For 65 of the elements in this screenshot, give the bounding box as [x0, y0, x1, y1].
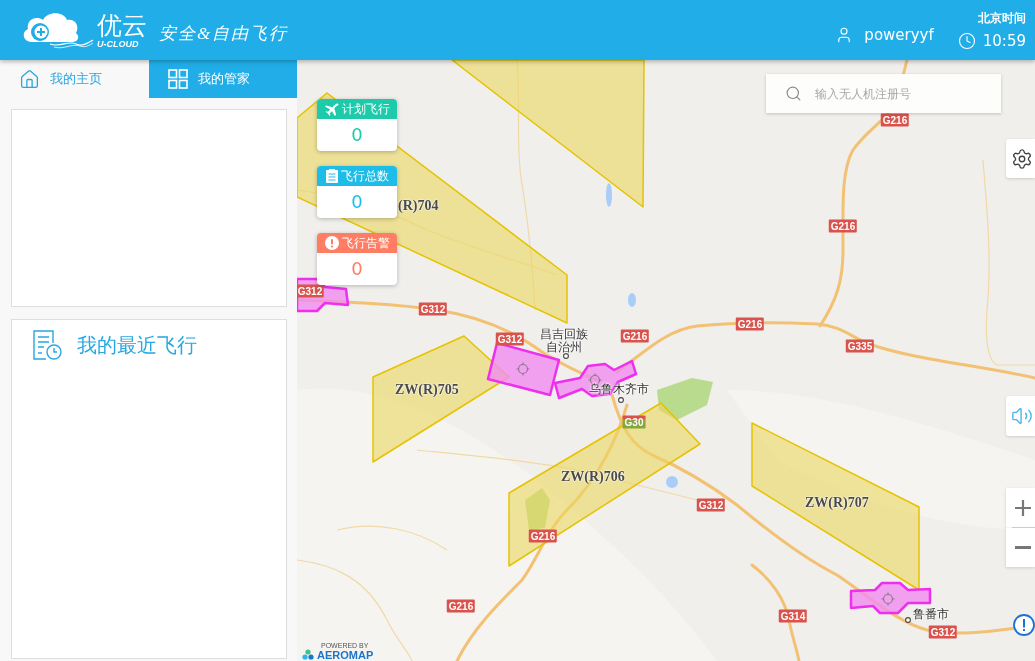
sidebar-tab[interactable]: 我的管家 [148, 60, 297, 98]
settings-button[interactable] [1006, 139, 1035, 178]
settings-icon [1011, 147, 1033, 170]
road-shield: G312 [418, 302, 448, 316]
road-shield: G216 [528, 529, 558, 543]
alert-icon [324, 236, 339, 250]
zone-label: ZW(R)705 [395, 382, 459, 398]
sound-button[interactable] [1006, 396, 1035, 436]
airport-marker-icon [880, 591, 896, 607]
search-field[interactable]: 输入无人机注册号 [766, 74, 1001, 113]
time-label: 北京时间 [978, 10, 1026, 27]
grid-icon [167, 69, 188, 89]
city-dot-icon [618, 397, 624, 403]
road-shield: G312 [297, 284, 325, 298]
clock-icon [957, 32, 976, 50]
place-label: 昌吉回族自治州 [539, 328, 589, 354]
road-shield: G216 [880, 113, 910, 127]
airport-marker-icon [515, 361, 531, 377]
stat-label: 飞行总数 [340, 169, 389, 183]
road-shield: G216 [735, 317, 765, 331]
zone-label: (R)704 [398, 198, 439, 214]
zoom-in-button[interactable] [1006, 488, 1035, 527]
brand-name: 优云 [97, 12, 147, 39]
home-icon [19, 68, 40, 90]
road-shield: G312 [928, 625, 958, 639]
lake [666, 476, 678, 488]
park-area [657, 378, 713, 420]
stat-value: 0 [351, 259, 363, 279]
speaker-icon [1011, 405, 1033, 427]
minus-icon [1015, 546, 1031, 549]
road-shield: G216 [446, 599, 476, 613]
search-icon [785, 85, 802, 102]
place-label: 鲁番市 [913, 608, 949, 621]
road-shield: G335 [845, 339, 875, 353]
road-shield: G312 [696, 498, 726, 512]
stat-label: 计划飞行 [341, 102, 390, 116]
time-text: 10:59 [982, 32, 1026, 50]
attribution-logo-icon [302, 649, 314, 660]
stat-value: 0 [351, 192, 363, 212]
lake [606, 183, 612, 207]
park-area [525, 488, 550, 530]
brand-subtitle: U-CLOUD [97, 39, 139, 50]
zone-label: ZW(R)707 [805, 495, 869, 511]
city-dot-icon [563, 353, 569, 359]
road-shield: G216 [828, 219, 858, 233]
document-clock-icon [33, 330, 62, 360]
city-dot-icon [905, 617, 911, 623]
clipboard-icon [325, 169, 338, 183]
username: poweryyf [864, 26, 934, 44]
place-label: 乌鲁木齐市 [589, 383, 649, 396]
stat-value: 0 [351, 125, 363, 145]
airplane-icon [324, 102, 339, 116]
road-shield: G312 [495, 332, 525, 346]
panel-title: 我的最近飞行 [77, 332, 197, 359]
attribution-brand: AEROMAP [317, 650, 374, 661]
slogan-text: 安全&自由飞行 [159, 22, 289, 45]
road-shield: G216 [620, 329, 650, 343]
plus-icon [1015, 499, 1031, 516]
lake [628, 293, 636, 307]
road-shield: G314 [778, 609, 808, 623]
zone-label: ZW(R)706 [561, 469, 625, 485]
search-input[interactable]: 输入无人机注册号 [815, 86, 989, 101]
zoom-out-button[interactable] [1006, 528, 1035, 567]
stat-label: 飞行告警 [341, 236, 390, 250]
road-shield: G30 [622, 415, 646, 429]
